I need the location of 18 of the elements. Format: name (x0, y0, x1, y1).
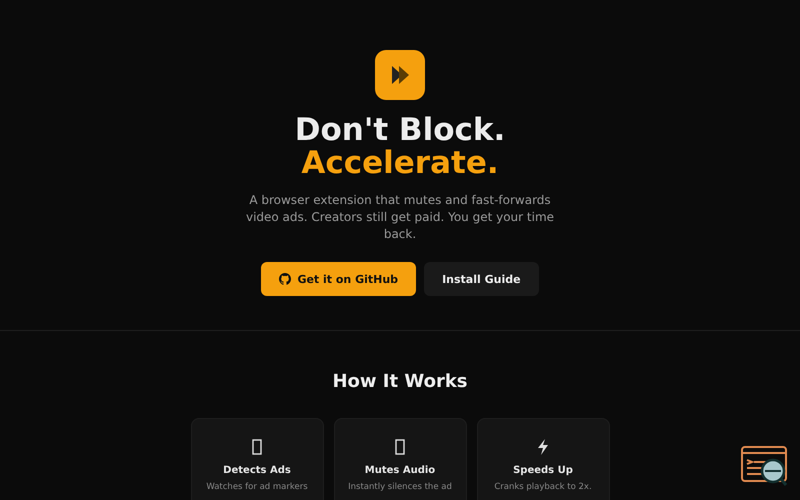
card-text: Watches for ad markers (206, 482, 308, 492)
empty-rectangle-icon (252, 439, 262, 455)
hero-description: A browser extension that mutes and fast-forwards video ads. Creators still get paid. You get your time back. (245, 192, 555, 243)
card-title: Detects Ads (223, 465, 291, 476)
lightning-bolt-icon (537, 439, 549, 455)
github-icon (279, 273, 292, 285)
install-guide-button[interactable]: Install Guide (424, 262, 539, 296)
hero-title: Don't Block. (294, 114, 506, 147)
empty-rectangle-icon (395, 439, 405, 455)
section-heading: How It Works (332, 371, 468, 393)
github-button[interactable]: Get it on GitHub (261, 262, 416, 296)
card-text: Cranks playback to 2x. (494, 482, 592, 492)
fast-forward-logo (375, 50, 425, 100)
hero-title-accent: Accelerate. (301, 147, 499, 180)
card-title: Speeds Up (513, 465, 573, 476)
card-text: Instantly silences the ad (348, 482, 452, 492)
browser-search-icon[interactable] (740, 444, 790, 488)
card-title: Mutes Audio (364, 465, 436, 476)
